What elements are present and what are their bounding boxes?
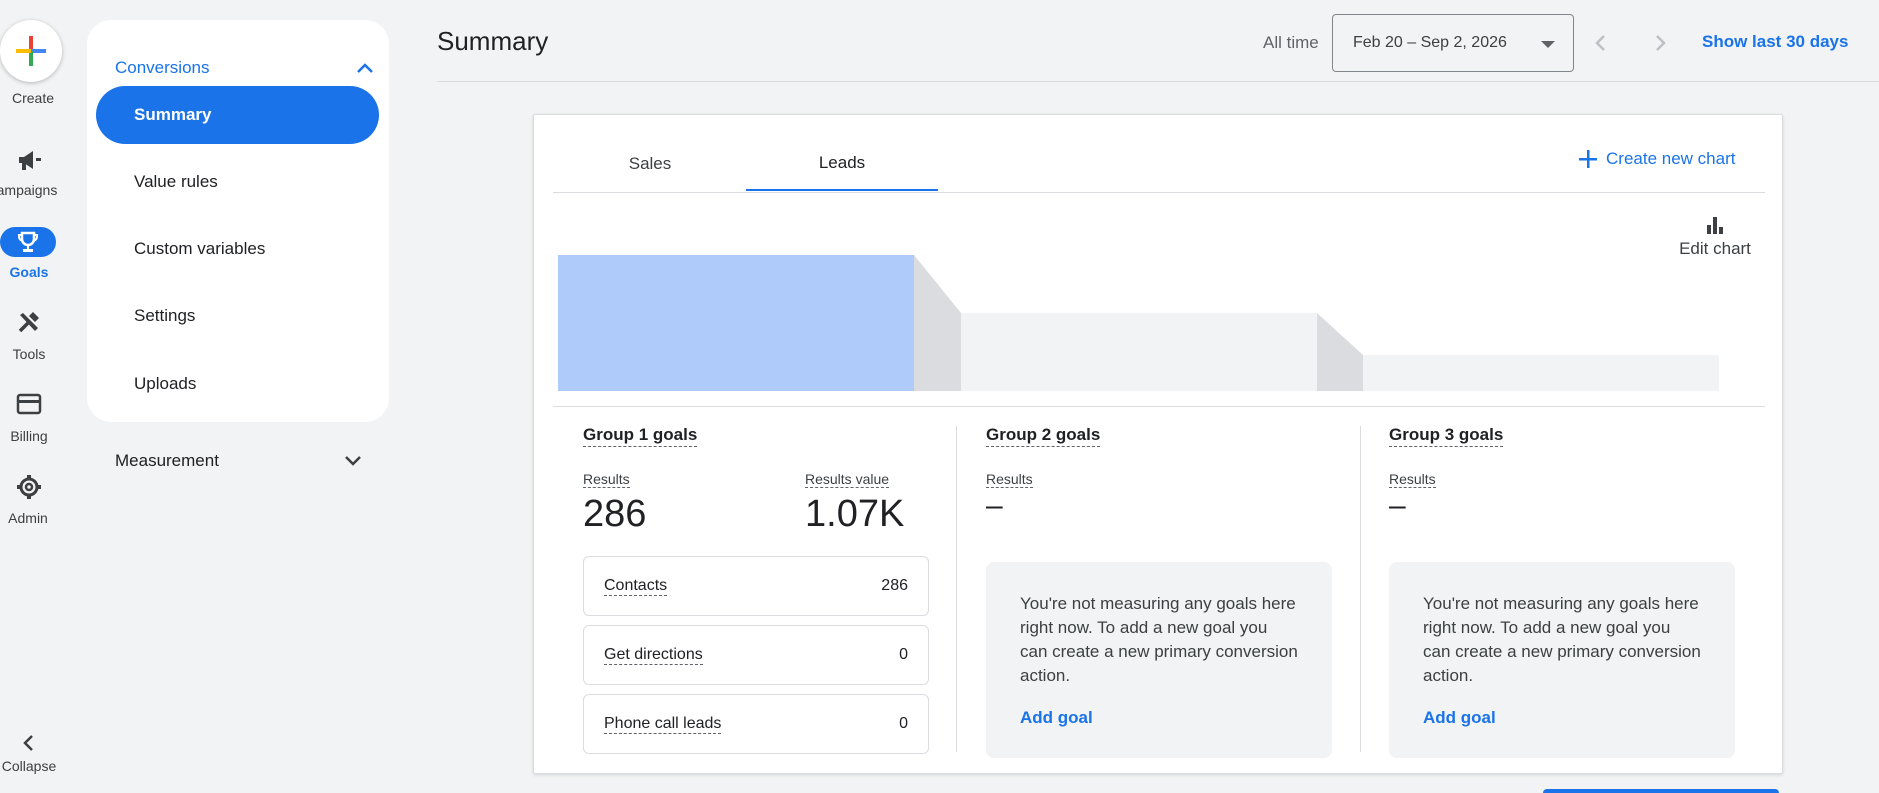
empty-goals-text: You're not measuring any goals here righ… (1020, 594, 1298, 685)
admin-label[interactable]: Admin (0, 510, 61, 526)
goals-label[interactable]: Goals (0, 264, 62, 280)
show-last-30-days-link[interactable]: Show last 30 days (1702, 32, 1848, 52)
group-1-goals: Group 1 goals Results 286 Results value … (583, 425, 929, 754)
funnel-bar-group-2 (961, 313, 1317, 391)
measurement-section-header[interactable]: Measurement (115, 444, 363, 478)
plus-icon (16, 36, 46, 66)
conversions-nav-panel: Conversions Summary Value rules Custom v… (87, 20, 389, 422)
results-value-amount: 1.07K (805, 493, 905, 535)
goal-row-value: 286 (881, 577, 908, 594)
results-label[interactable]: Results (1389, 471, 1436, 488)
billing-nav[interactable] (6, 389, 52, 419)
nav-item-uploads[interactable]: Uploads (96, 355, 379, 413)
tab-leads[interactable]: Leads (746, 137, 938, 191)
admin-nav[interactable] (6, 472, 52, 502)
results-value-label[interactable]: Results value (805, 471, 890, 488)
results-label[interactable]: Results (583, 471, 630, 488)
goals-nav[interactable] (0, 227, 56, 257)
measurement-label: Measurement (115, 451, 219, 470)
column-divider (1360, 426, 1361, 752)
group-title[interactable]: Group 1 goals (583, 425, 698, 447)
create-new-chart-button[interactable]: Create new chart (1578, 149, 1735, 169)
campaigns-nav[interactable] (6, 145, 52, 175)
collapse-button[interactable] (6, 728, 52, 758)
conversions-section-label: Conversions (115, 58, 210, 77)
header-divider (437, 81, 1879, 82)
bar-chart-icon (1707, 217, 1723, 234)
chevron-left-icon (1595, 35, 1605, 51)
left-rail: Create ampaigns Goals Tools Billing Admi… (0, 0, 66, 793)
nav-item-label: Custom variables (134, 239, 266, 258)
goal-row-phone-call-leads[interactable]: Phone call leads 0 (583, 694, 929, 754)
nav-item-label: Settings (134, 306, 196, 325)
nav-item-label: Summary (134, 105, 212, 124)
collapse-label[interactable]: Collapse (0, 758, 62, 774)
add-goal-link[interactable]: Add goal (1020, 706, 1298, 730)
group-2-goals: Group 2 goals Results – You're not measu… (986, 425, 1332, 758)
results-value: 286 (583, 493, 647, 535)
billing-label[interactable]: Billing (0, 428, 62, 444)
next-period-button[interactable] (1645, 28, 1675, 58)
gear-icon (17, 475, 41, 499)
date-range-picker[interactable]: Feb 20 – Sep 2, 2026 (1332, 14, 1574, 72)
chevron-left-icon (23, 735, 33, 751)
results-value: – (1389, 489, 1406, 522)
caret-down-icon (1541, 41, 1555, 48)
goal-row-contacts[interactable]: Contacts 286 (583, 556, 929, 616)
chevron-right-icon (1656, 35, 1666, 51)
credit-card-icon (16, 393, 42, 415)
results-label[interactable]: Results (986, 471, 1033, 488)
funnel-bar-group-3 (1363, 355, 1719, 391)
megaphone-icon (19, 151, 41, 170)
goal-row-label: Get directions (604, 645, 703, 665)
nav-item-settings[interactable]: Settings (96, 287, 379, 345)
floating-action-button-edge[interactable] (1543, 789, 1779, 793)
funnel-connector-2 (1317, 313, 1363, 391)
nav-item-value-rules[interactable]: Value rules (96, 153, 379, 211)
group-title[interactable]: Group 3 goals (1389, 425, 1504, 447)
goal-row-get-directions[interactable]: Get directions 0 (583, 625, 929, 685)
empty-goals-message: You're not measuring any goals here righ… (1389, 562, 1735, 758)
summary-card: Sales Leads Create new chart Edit chart … (533, 114, 1783, 774)
goal-row-label: Phone call leads (604, 714, 722, 734)
create-label: Create (11, 90, 55, 106)
goal-row-value: 0 (899, 715, 908, 732)
create-button[interactable] (0, 20, 62, 82)
trophy-icon (18, 231, 38, 252)
empty-goals-text: You're not measuring any goals here righ… (1423, 594, 1701, 685)
funnel-connector-1 (914, 255, 961, 391)
nav-item-summary[interactable]: Summary (96, 86, 379, 144)
campaigns-label[interactable]: ampaigns (0, 182, 60, 198)
results-value: – (986, 489, 1003, 522)
edit-chart-button[interactable]: Edit chart (1660, 215, 1770, 259)
funnel-bar-group-1 (558, 255, 914, 391)
date-range-value: Feb 20 – Sep 2, 2026 (1353, 34, 1507, 51)
empty-goals-message: You're not measuring any goals here righ… (986, 562, 1332, 758)
nav-item-label: Value rules (134, 172, 218, 191)
date-range-type-label: All time (1263, 33, 1319, 52)
column-divider (956, 426, 957, 752)
tools-icon (18, 312, 39, 333)
chevron-up-icon (357, 63, 373, 73)
tab-sales[interactable]: Sales (554, 137, 746, 191)
goal-row-value: 0 (899, 646, 908, 663)
chart-baseline (553, 406, 1765, 407)
page-title: Summary (437, 26, 549, 56)
group-3-goals: Group 3 goals Results – You're not measu… (1389, 425, 1735, 758)
tools-label[interactable]: Tools (0, 346, 62, 362)
chevron-down-icon (345, 456, 361, 466)
previous-period-button[interactable] (1586, 28, 1616, 58)
group-title[interactable]: Group 2 goals (986, 425, 1101, 447)
tabs-divider (553, 192, 1765, 193)
tools-nav[interactable] (6, 308, 52, 338)
nav-item-label: Uploads (134, 374, 197, 393)
add-goal-link[interactable]: Add goal (1423, 706, 1701, 730)
goal-row-label: Contacts (604, 576, 668, 596)
create-new-chart-label: Create new chart (1606, 149, 1736, 168)
plus-icon (1579, 150, 1597, 168)
nav-item-custom-variables[interactable]: Custom variables (96, 220, 379, 278)
conversion-funnel-chart (558, 255, 1719, 391)
